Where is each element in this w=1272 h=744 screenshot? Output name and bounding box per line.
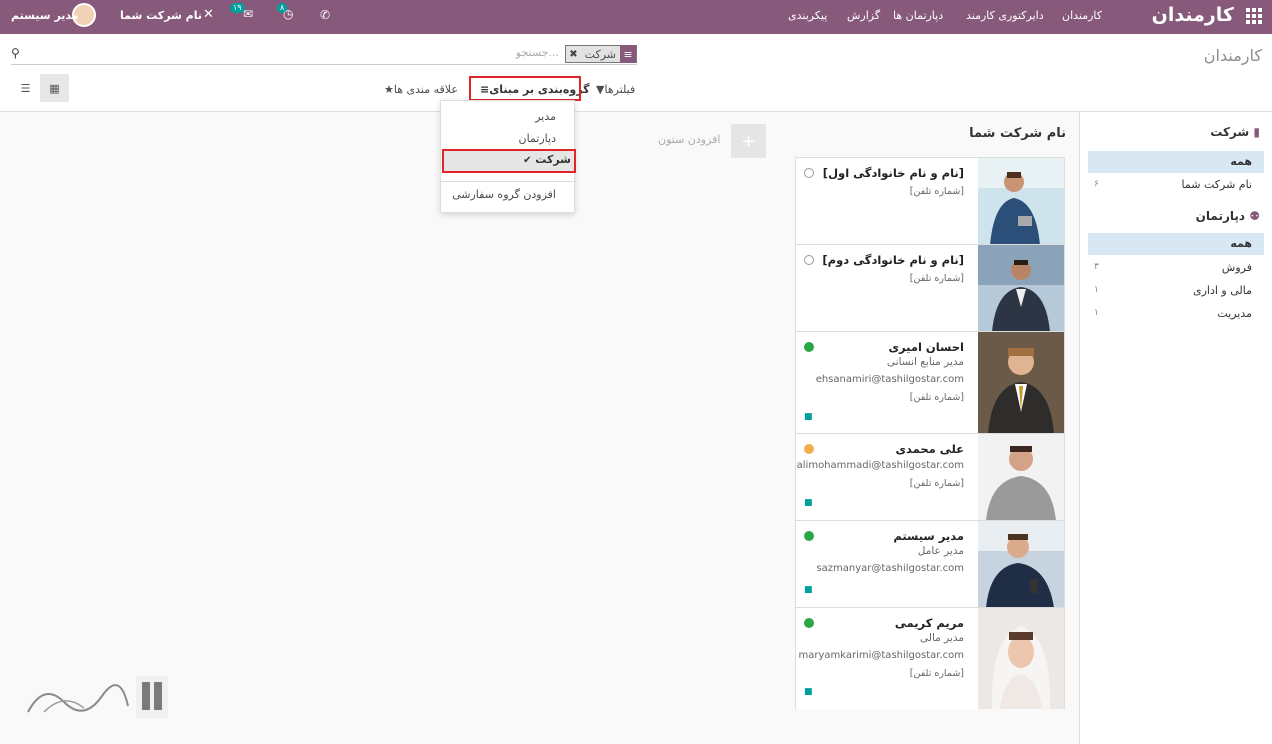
facet-value: شرکت [584, 47, 616, 61]
add-custom-group[interactable]: افزودن گروه سفارشی [452, 188, 556, 201]
kanban-column: [نام و نام خانوادگی اول] [شماره تلفن] [ن… [795, 157, 1065, 709]
dropdown-divider [441, 181, 576, 182]
groupby-dropdown: مدیر دپارتمان ✔ شرکت افزودن گروه سفارشی [440, 100, 576, 213]
groupby-option-company-label: ✔ شرکت [523, 153, 571, 166]
favorites-button[interactable]: ★ علاقه مندی ها [380, 78, 458, 100]
menu-employee-directory[interactable]: دایرکتوری کارمند [966, 9, 1044, 22]
employee-email: maryamkarimi@tashilgostar.com [798, 650, 964, 661]
presence-online-icon [804, 618, 814, 628]
chat-icon[interactable]: ■ [804, 412, 813, 422]
user-menu[interactable]: مدیر سیستم [11, 9, 79, 22]
chat-icon[interactable]: ■ [804, 687, 813, 697]
filters-label: فیلترها [604, 82, 636, 96]
facet-remove-icon[interactable]: ✖ [566, 49, 580, 60]
view-switcher: ☰ ▦ [11, 74, 69, 102]
phone-icon[interactable]: ✆ [320, 8, 330, 22]
building-icon: ▮ [1253, 125, 1260, 139]
plus-icon: + [740, 130, 757, 152]
employee-photo [978, 608, 1064, 709]
main-navbar: کارمندان کارمندان دایرکتوری کارمند دپارت… [0, 0, 1272, 34]
search-panel: شرکت ▮ همه نام شرکت شما ۶ دپارتمان ⚉ همه… [1079, 112, 1272, 744]
employee-name: علی محمدی [895, 442, 965, 456]
kanban-view-icon[interactable]: ▦ [40, 74, 69, 102]
employee-phone: [شماره تلفن] [909, 392, 964, 403]
users-icon: ⚉ [1249, 209, 1260, 223]
menu-departments[interactable]: دپارتمان ها [893, 9, 943, 22]
filters-button[interactable]: ▼ فیلترها [592, 78, 635, 100]
employee-card[interactable]: علی محمدی alimohammadi@tashilgostar.com … [796, 434, 1064, 521]
star-icon: ★ [384, 82, 394, 96]
groupby-option-department[interactable]: دپارتمان [519, 132, 556, 145]
department-filter-management[interactable]: مدیریت ۱ [1088, 303, 1264, 325]
employee-phone: [شماره تلفن] [909, 273, 964, 284]
presence-offline-icon [804, 168, 814, 178]
app-title[interactable]: کارمندان [1152, 4, 1234, 26]
filter-icon: ▼ [596, 82, 605, 96]
employee-card[interactable]: احسان امیری مدیر منابع انسانی ehsanamiri… [796, 332, 1064, 434]
breadcrumb: کارمندان [1203, 46, 1262, 65]
add-column-button[interactable]: + [731, 124, 766, 158]
groupby-highlight [469, 76, 581, 101]
employee-email: ehsanamiri@tashilgostar.com [815, 374, 964, 385]
chat-icon[interactable]: ■ [804, 585, 813, 595]
presence-online-icon [804, 531, 814, 541]
groupby-option-company[interactable]: ✔ شرکت [442, 149, 576, 173]
employee-phone: [شماره تلفن] [909, 186, 964, 197]
employee-email: sazmanyar@tashilgostar.com [816, 563, 964, 574]
chat-icon[interactable]: ■ [804, 498, 813, 508]
employee-photo [978, 521, 1064, 607]
search-facet: ✖ شرکت ≡ [565, 45, 637, 63]
menu-configuration[interactable]: پیکربندی [788, 9, 827, 22]
employee-card[interactable]: [نام و نام خانوادگی دوم] [شماره تلفن] [796, 245, 1064, 332]
menu-reporting[interactable]: گزارش [847, 9, 880, 22]
employee-name: مریم کریمی [894, 616, 964, 630]
employee-phone: [شماره تلفن] [909, 668, 964, 679]
list-view-icon[interactable]: ☰ [11, 74, 40, 102]
employee-phone: [شماره تلفن] [909, 478, 964, 489]
employee-photo [978, 245, 1064, 331]
debug-tools-icon[interactable]: ✕ [203, 7, 214, 22]
search-input[interactable]: جستجو... [516, 46, 559, 59]
favorites-label: علاقه مندی ها [393, 82, 458, 96]
messages-count-badge: ۱۹ [230, 3, 245, 13]
employee-email: alimohammadi@tashilgostar.com [796, 460, 964, 471]
employee-job: مدیر عامل [917, 545, 964, 557]
employee-card[interactable]: مریم کریمی مدیر مالی maryamkarimi@tashil… [796, 608, 1064, 709]
add-column-label[interactable]: افزودن ستون [658, 133, 720, 146]
employee-photo [978, 158, 1064, 244]
employee-name: مدیر سیستم [893, 529, 964, 543]
employee-job: مدیر مالی [920, 632, 964, 644]
menu-employees[interactable]: کارمندان [1062, 9, 1102, 22]
department-filter-all[interactable]: همه [1088, 233, 1264, 255]
kanban-column-title[interactable]: نام شرکت شما [969, 126, 1066, 141]
company-filter-header: شرکت ▮ [1210, 125, 1260, 139]
employee-card[interactable]: مدیر سیستم مدیر عامل sazmanyar@tashilgos… [796, 521, 1064, 608]
company-filter-item[interactable]: نام شرکت شما ۶ [1088, 174, 1264, 196]
employee-photo [978, 434, 1064, 520]
facet-groupby-icon: ≡ [620, 45, 636, 63]
department-filter-finance[interactable]: مالی و اداری ۱ [1088, 280, 1264, 302]
tashilgostar-logo [24, 672, 170, 722]
apps-menu-icon[interactable] [1246, 8, 1262, 24]
employee-card[interactable]: [نام و نام خانوادگی اول] [شماره تلفن] [796, 158, 1064, 245]
groupby-option-manager[interactable]: مدیر [535, 110, 556, 123]
employee-photo [978, 332, 1064, 433]
company-filter-all[interactable]: همه [1088, 151, 1264, 173]
presence-online-icon [804, 342, 814, 352]
employee-name: احسان امیری [888, 340, 964, 354]
search-bar[interactable]: ⚲ جستجو... ✖ شرکت ≡ [11, 43, 637, 65]
employee-name: [نام و نام خانوادگی اول] [822, 166, 964, 180]
checkmark-icon: ✔ [523, 155, 532, 166]
presence-offline-icon [804, 255, 814, 265]
department-filter-sales[interactable]: فروش ۳ [1088, 257, 1264, 279]
employee-name: [نام و نام خانوادگی دوم] [822, 253, 964, 267]
presence-away-icon [804, 444, 814, 454]
control-panel: کارمندان ⚲ جستجو... ✖ شرکت ≡ ☰ ▦ ▼ فیلتر… [0, 34, 1272, 112]
search-icon[interactable]: ⚲ [11, 46, 20, 60]
company-switcher[interactable]: نام شرکت شما [120, 9, 202, 22]
employee-job: مدیر منابع انسانی [886, 356, 964, 368]
department-filter-header: دپارتمان ⚉ [1195, 209, 1260, 223]
